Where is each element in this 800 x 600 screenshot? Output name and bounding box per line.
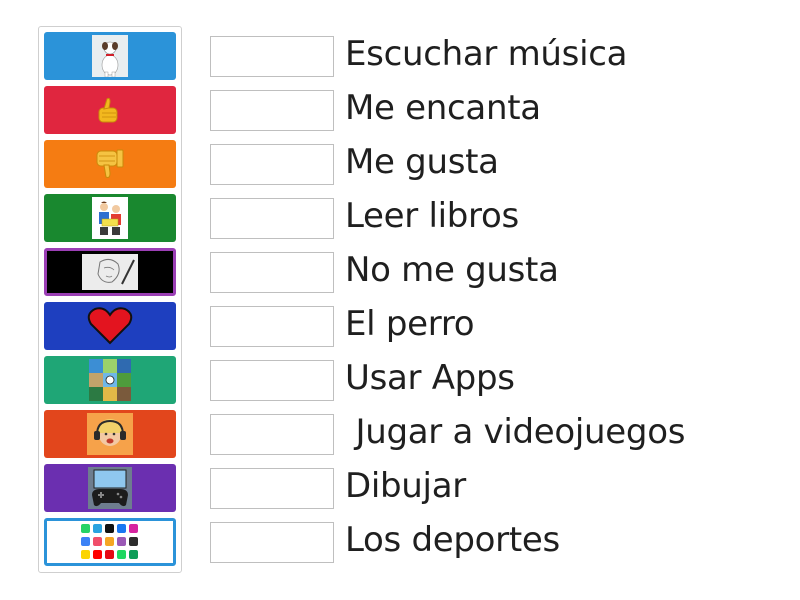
tile-apps[interactable] — [44, 518, 176, 566]
label-1: Escuchar música — [345, 34, 628, 74]
tile-thumbs-up[interactable] — [44, 86, 176, 134]
drop-slot-6[interactable] — [210, 306, 334, 347]
tile-reading[interactable] — [44, 194, 176, 242]
reading-kids-icon — [92, 197, 128, 239]
drop-slot-9[interactable] — [210, 468, 334, 509]
label-2: Me encanta — [345, 88, 541, 128]
tile-sports[interactable] — [44, 356, 176, 404]
label-8: Jugar a videojuegos — [345, 412, 686, 452]
gamepad-icon — [88, 467, 132, 509]
heart-icon — [87, 307, 133, 345]
drop-slot-3[interactable] — [210, 144, 334, 185]
drop-slot-8[interactable] — [210, 414, 334, 455]
tile-dog[interactable] — [44, 32, 176, 80]
drop-slot-2[interactable] — [210, 90, 334, 131]
tile-videogames[interactable] — [44, 464, 176, 512]
label-10: Los deportes — [345, 520, 560, 560]
drop-slot-4[interactable] — [210, 198, 334, 239]
dog-icon — [92, 35, 128, 77]
thumbs-up-icon — [98, 97, 118, 123]
tile-thumbs-down[interactable] — [44, 140, 176, 188]
drop-slot-5[interactable] — [210, 252, 334, 293]
apps-grid-icon — [81, 524, 138, 559]
label-3: Me gusta — [345, 142, 499, 182]
drop-slot-7[interactable] — [210, 360, 334, 401]
thumbs-down-icon — [96, 149, 124, 178]
drawing-icon — [82, 254, 138, 290]
tile-heart[interactable] — [44, 302, 176, 350]
drop-slot-1[interactable] — [210, 36, 334, 77]
drop-slot-10[interactable] — [210, 522, 334, 563]
label-7: Usar Apps — [345, 358, 515, 398]
tile-drawing[interactable] — [44, 248, 176, 296]
label-9: Dibujar — [345, 466, 466, 506]
tile-music[interactable] — [44, 410, 176, 458]
label-6: El perro — [345, 304, 475, 344]
sports-collage-icon — [89, 359, 131, 401]
label-5: No me gusta — [345, 250, 559, 290]
headphones-girl-icon — [87, 413, 133, 455]
label-4: Leer libros — [345, 196, 519, 236]
